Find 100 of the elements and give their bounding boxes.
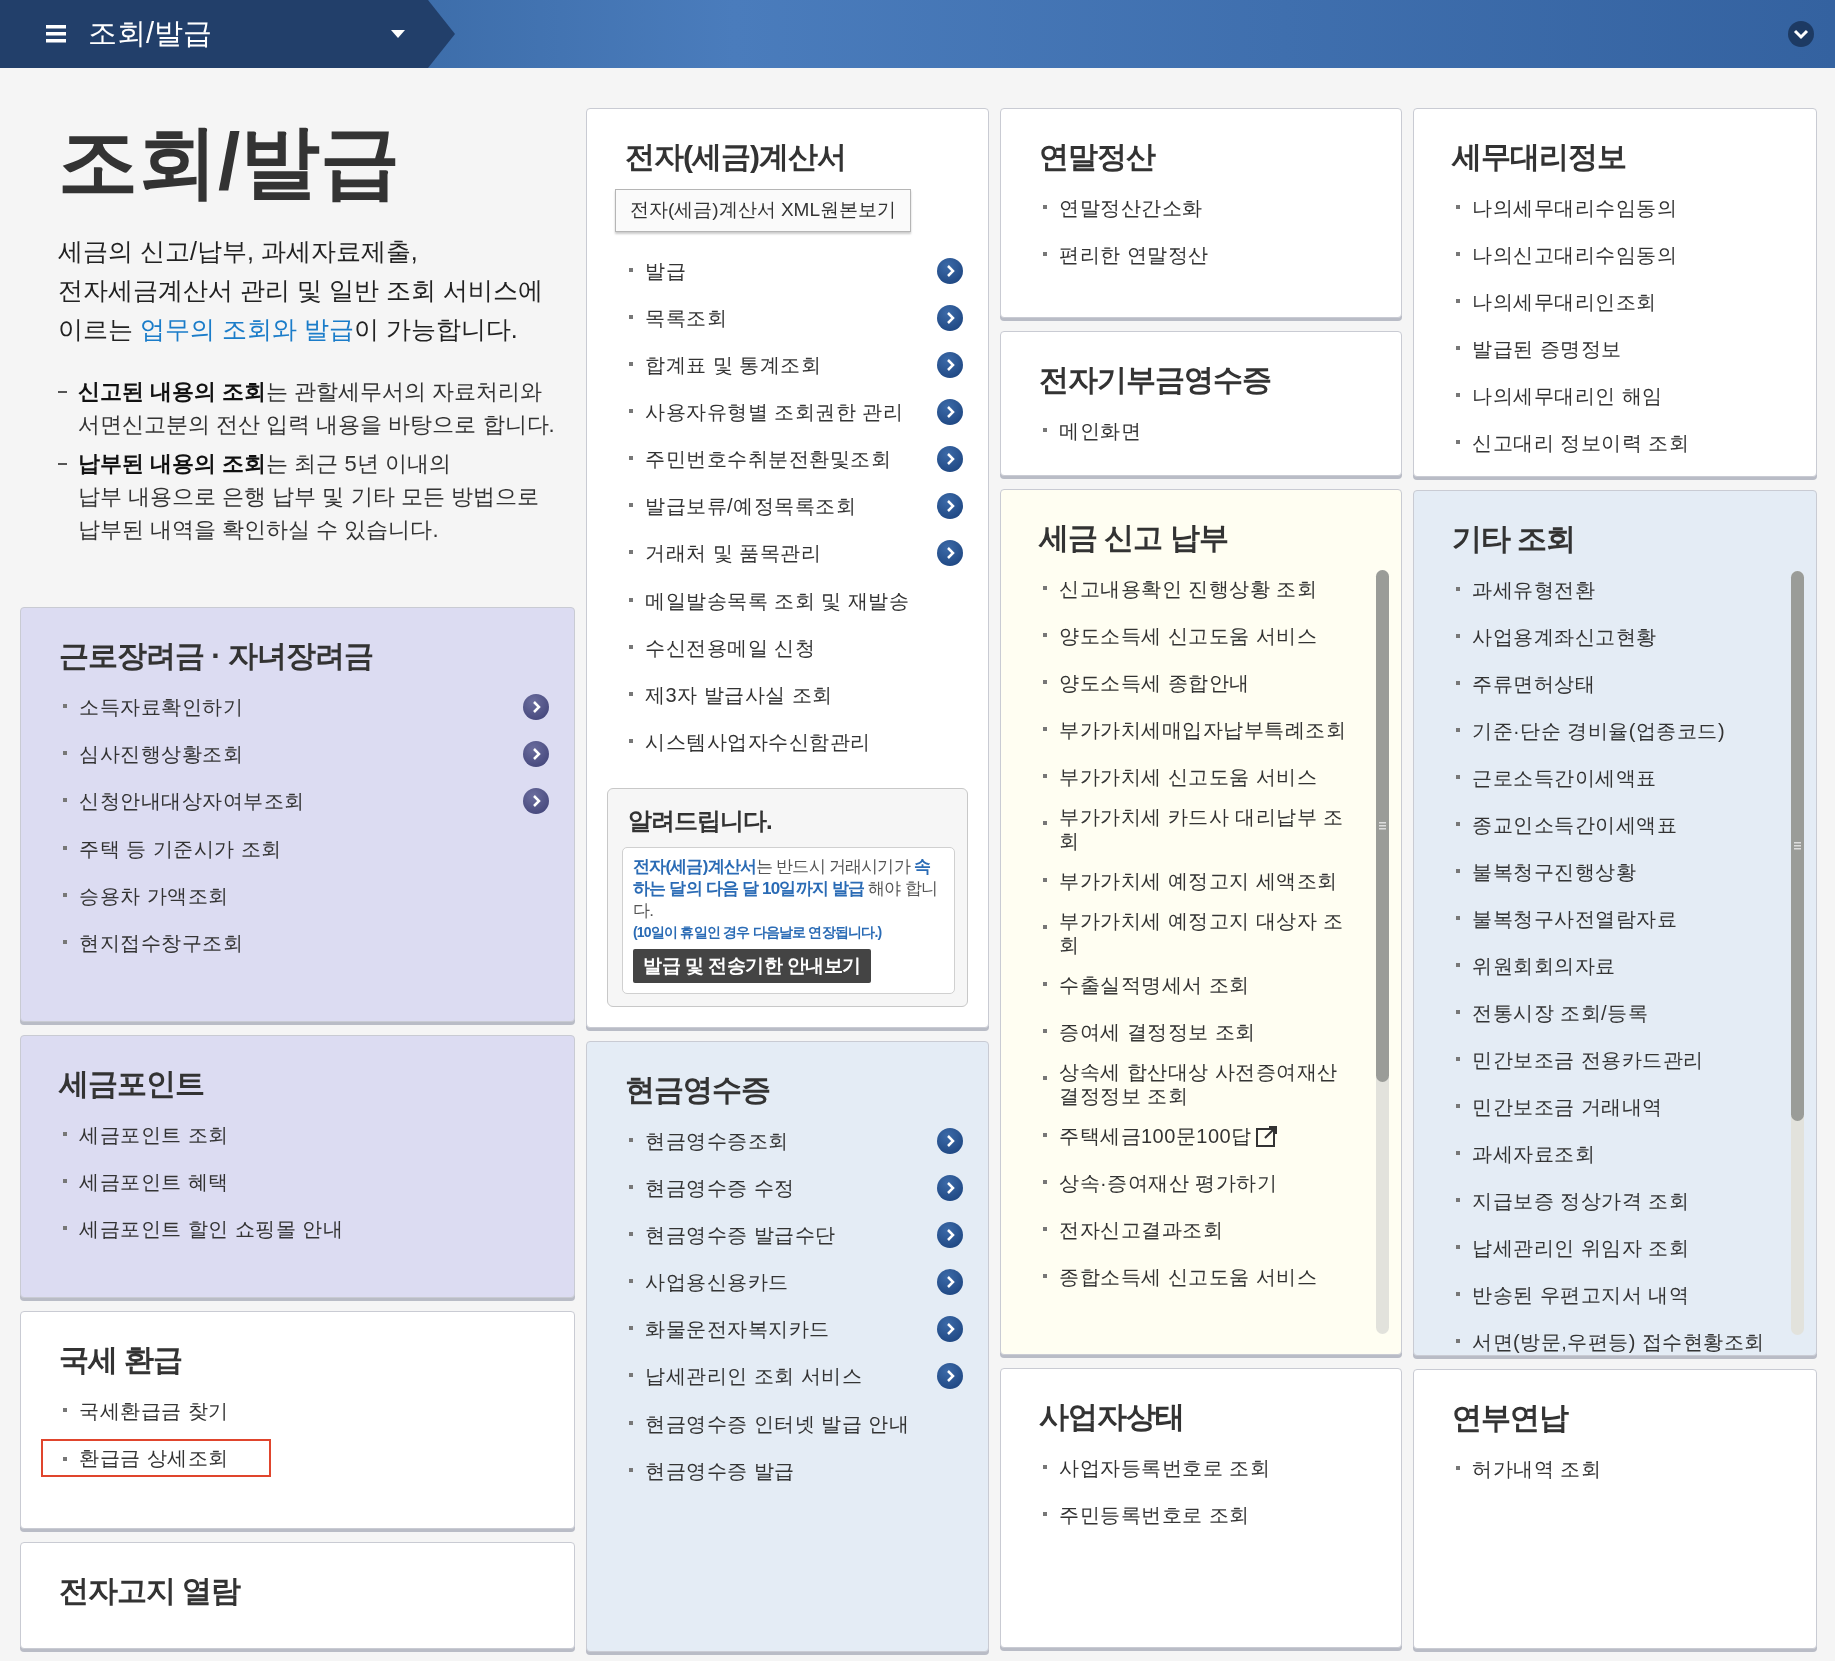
menu-link[interactable]: 연말정산간소화	[1059, 196, 1203, 220]
menu-link[interactable]: 주택세금100문100답	[1059, 1124, 1252, 1148]
menu-link[interactable]: 수신전용메일 신청	[645, 635, 816, 660]
menu-link[interactable]: 나의세무대리수임동의	[1472, 196, 1677, 220]
menu-link[interactable]: 부가가치세 신고도움 서비스	[1059, 765, 1318, 789]
menu-link[interactable]: 상속·증여재산 평가하기	[1059, 1171, 1278, 1195]
menu-link[interactable]: 근로소득간이세액표	[1472, 766, 1657, 790]
menu-link[interactable]: 국세환급금 찾기	[79, 1399, 229, 1423]
scroll-thumb[interactable]	[1376, 570, 1389, 1082]
menu-link[interactable]: 현금영수증조회	[645, 1129, 789, 1153]
menu-link[interactable]: 나의세무대리인조회	[1472, 290, 1657, 314]
arrow-circle-icon[interactable]	[936, 1315, 964, 1343]
menu-link[interactable]: 나의세무대리인 해임	[1472, 384, 1663, 408]
menu-link[interactable]: 현금영수증 인터넷 발급 안내	[645, 1412, 910, 1436]
menu-link[interactable]: 서면(방문,우편등) 접수현황조회	[1472, 1330, 1765, 1354]
menu-link[interactable]: 현금영수증 수정	[645, 1176, 795, 1200]
grip-icon[interactable]	[1794, 842, 1801, 851]
menu-link[interactable]: 시스템사업자수신함관리	[645, 729, 871, 754]
scrollbar[interactable]	[1791, 571, 1804, 1335]
arrow-circle-icon[interactable]	[522, 693, 550, 721]
scrollbar[interactable]	[1376, 570, 1389, 1334]
arrow-circle-icon[interactable]	[936, 397, 964, 426]
menu-link[interactable]: 반송된 우편고지서 내역	[1472, 1283, 1690, 1307]
arrow-circle-icon[interactable]	[936, 444, 964, 473]
menu-link[interactable]: 종합소득세 신고도움 서비스	[1059, 1265, 1318, 1289]
menu-link[interactable]: 세금포인트 할인 쇼핑몰 안내	[79, 1217, 344, 1241]
menu-link[interactable]: 부가가치세 카드사 대리납부 조회	[1059, 805, 1364, 853]
arrow-circle-icon[interactable]	[936, 1268, 964, 1296]
menu-link[interactable]: 목록조회	[645, 305, 727, 330]
arrow-circle-icon[interactable]	[522, 740, 550, 768]
menu-link[interactable]: 부가가치세 예정고지 세액조회	[1059, 869, 1338, 893]
menu-link[interactable]: 소득자료확인하기	[79, 695, 243, 719]
menu-link[interactable]: 불복청구진행상황	[1472, 860, 1636, 884]
expand-icon[interactable]	[1787, 20, 1815, 48]
menu-link[interactable]: 민간보조금 거래내역	[1472, 1095, 1663, 1119]
menu-link[interactable]: 환급금 상세조회	[79, 1446, 229, 1470]
menu-link[interactable]: 양도소득세 종합안내	[1059, 671, 1250, 695]
menu-link[interactable]: 발급된 증명정보	[1472, 337, 1622, 361]
menu-link[interactable]: 신고대리 정보이력 조회	[1472, 431, 1690, 455]
arrow-circle-icon[interactable]	[936, 1174, 964, 1202]
menu-link[interactable]: 전자신고결과조회	[1059, 1218, 1223, 1242]
menu-link[interactable]: 허가내역 조회	[1472, 1457, 1602, 1481]
external-link-icon[interactable]	[1255, 1125, 1278, 1147]
menu-link[interactable]: 세금포인트 조회	[79, 1123, 229, 1147]
menu-link[interactable]: 심사진행상황조회	[79, 742, 243, 766]
menu-icon[interactable]	[46, 25, 66, 43]
menu-link[interactable]: 제3자 발급사실 조회	[645, 682, 833, 707]
menu-link[interactable]: 부가가치세 예정고지 대상자 조회	[1059, 909, 1364, 957]
menu-link[interactable]: 현금영수증 발급	[645, 1459, 795, 1483]
menu-link[interactable]: 기준·단순 경비율(업종코드)	[1472, 719, 1726, 743]
arrow-circle-icon[interactable]	[936, 491, 964, 520]
menu-link[interactable]: 위원회회의자료	[1472, 954, 1616, 978]
menu-link[interactable]: 화물운전자복지카드	[645, 1317, 830, 1341]
menu-link[interactable]: 신청안내대상자여부조회	[79, 789, 305, 813]
menu-link[interactable]: 발급	[645, 258, 686, 283]
menu-link[interactable]: 현금영수증 발급수단	[645, 1223, 836, 1247]
menu-link[interactable]: 증여세 결정정보 조회	[1059, 1020, 1256, 1044]
arrow-circle-icon[interactable]	[936, 538, 964, 567]
menu-link[interactable]: 납세관리인 조회 서비스	[645, 1364, 863, 1388]
menu-link[interactable]: 수출실적명세서 조회	[1059, 973, 1250, 997]
arrow-circle-icon[interactable]	[936, 1127, 964, 1155]
menu-link[interactable]: 주류면허상태	[1472, 672, 1595, 696]
menu-link[interactable]: 승용차 가액조회	[79, 884, 229, 908]
menu-link[interactable]: 상속세 합산대상 사전증여재산 결정정보 조회	[1059, 1060, 1364, 1108]
arrow-circle-icon[interactable]	[936, 256, 964, 285]
arrow-circle-icon[interactable]	[936, 1362, 964, 1390]
menu-link[interactable]: 과세유형전환	[1472, 578, 1595, 602]
menu-link[interactable]: 사용자유형별 조회권한 관리	[645, 399, 904, 424]
menu-link[interactable]: 세금포인트 혜택	[79, 1170, 229, 1194]
menu-link[interactable]: 합계표 및 통계조회	[645, 352, 822, 377]
menu-link[interactable]: 메일발송목록 조회 및 재발송	[645, 588, 910, 613]
menu-link[interactable]: 발급보류/예정목록조회	[645, 493, 857, 518]
guide-button[interactable]: 발급 및 전송기한 안내보기	[633, 948, 871, 983]
grip-icon[interactable]	[1379, 821, 1386, 830]
intro-link[interactable]: 업무의 조회와 발급	[139, 315, 354, 343]
menu-link[interactable]: 전통시장 조회/등록	[1472, 1001, 1649, 1025]
arrow-circle-icon[interactable]	[936, 303, 964, 332]
menu-link[interactable]: 과세자료조회	[1472, 1142, 1595, 1166]
dropdown-caret-icon[interactable]	[391, 30, 405, 38]
menu-link[interactable]: 민간보조금 전용카드관리	[1472, 1048, 1704, 1072]
menu-link[interactable]: 신고내용확인 진행상황 조회	[1059, 577, 1318, 601]
arrow-circle-icon[interactable]	[936, 350, 964, 379]
menu-link[interactable]: 거래처 및 품목관리	[645, 540, 822, 565]
menu-link[interactable]: 메인화면	[1059, 419, 1141, 443]
menu-link[interactable]: 지급보증 정상가격 조회	[1472, 1189, 1690, 1213]
menu-link[interactable]: 종교인소득간이세액표	[1472, 813, 1677, 837]
menu-link[interactable]: 현지접수창구조회	[79, 931, 243, 955]
menu-link[interactable]: 나의신고대리수임동의	[1472, 243, 1677, 267]
menu-link[interactable]: 사업자등록번호로 조회	[1059, 1456, 1271, 1480]
menu-link[interactable]: 불복청구사전열람자료	[1472, 907, 1677, 931]
scroll-thumb[interactable]	[1791, 571, 1804, 1122]
menu-link[interactable]: 주민번호수취분전환및조회	[645, 446, 891, 471]
menu-link[interactable]: 주택 등 기준시가 조회	[79, 837, 282, 861]
menu-tab[interactable]: 조회/발급	[0, 0, 455, 68]
menu-link[interactable]: 사업용신용카드	[645, 1270, 789, 1294]
xml-view-button[interactable]: 전자(세금)계산서 XML원본보기	[615, 189, 911, 232]
menu-link[interactable]: 편리한 연말정산	[1059, 243, 1209, 267]
arrow-circle-icon[interactable]	[936, 1221, 964, 1249]
menu-link[interactable]: 양도소득세 신고도움 서비스	[1059, 624, 1318, 648]
menu-link[interactable]: 납세관리인 위임자 조회	[1472, 1236, 1690, 1260]
